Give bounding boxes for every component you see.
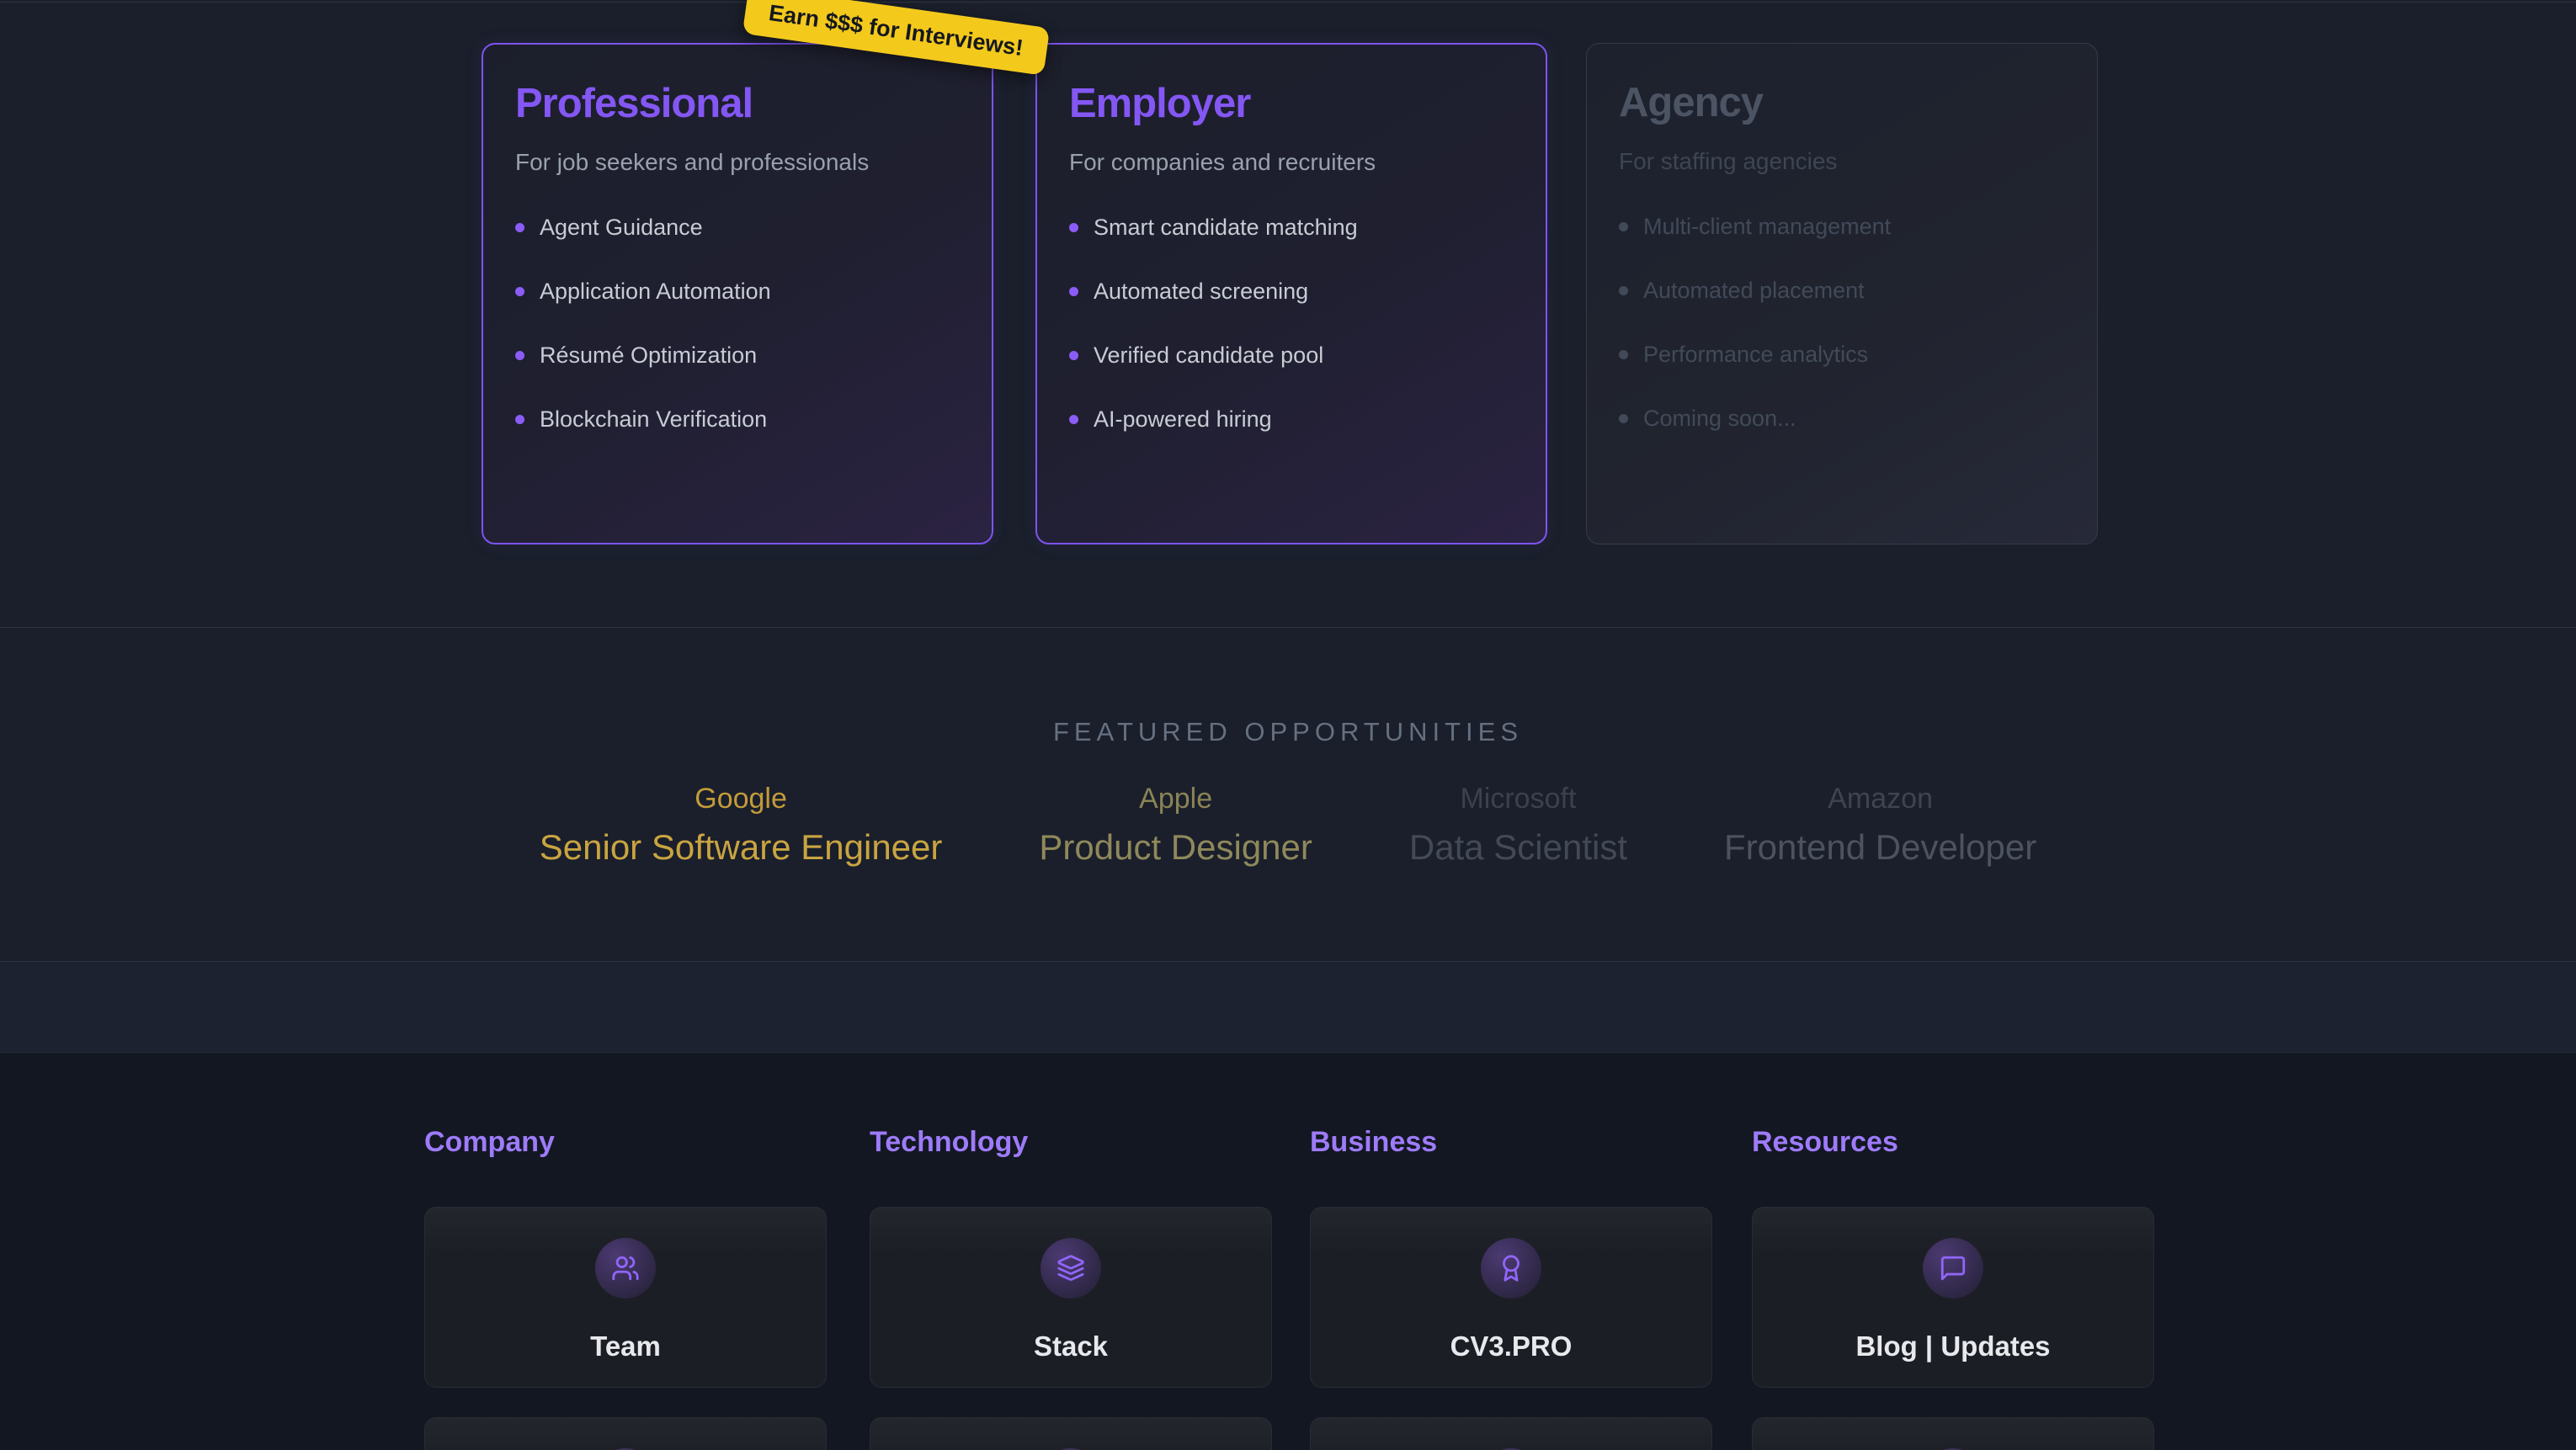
plan-feature: Multi-client management	[1619, 214, 2065, 240]
footer-link-card-partial[interactable]	[1310, 1417, 1712, 1450]
job-company: Microsoft	[1409, 783, 1627, 815]
plan-feature-label: Multi-client management	[1643, 214, 1891, 240]
plan-feature-label: Performance analytics	[1643, 342, 1868, 368]
bullet-dot-icon	[515, 287, 524, 296]
plan-feature-list: Smart candidate matching Automated scree…	[1069, 215, 1514, 433]
plans-section: Professional For job seekers and profess…	[0, 0, 2576, 627]
job-company: Google	[540, 783, 943, 815]
layers-icon	[1056, 1254, 1085, 1283]
bullet-dot-icon	[1619, 350, 1628, 359]
message-icon	[1939, 1254, 1967, 1283]
bullet-dot-icon	[1069, 351, 1078, 360]
plan-feature: Blockchain Verification	[515, 406, 960, 433]
plan-description: For companies and recruiters	[1069, 149, 1514, 176]
plan-feature-label: Coming soon...	[1643, 406, 1796, 432]
footer-link-card-blog-updates[interactable]: Blog | Updates	[1752, 1207, 2154, 1388]
plan-feature: Résumé Optimization	[515, 343, 960, 369]
featured-job-item[interactable]: Amazon Frontend Developer	[1724, 783, 2036, 868]
job-title: Senior Software Engineer	[540, 827, 943, 868]
plan-feature-label: Automated screening	[1094, 279, 1308, 305]
icon-badge	[595, 1238, 656, 1299]
job-title: Data Scientist	[1409, 827, 1627, 868]
job-title: Product Designer	[1039, 827, 1312, 868]
plan-feature: Agent Guidance	[515, 215, 960, 241]
featured-job-item[interactable]: Microsoft Data Scientist	[1409, 783, 1627, 868]
bullet-dot-icon	[1619, 286, 1628, 295]
plan-description: For job seekers and professionals	[515, 149, 960, 176]
bullet-dot-icon	[515, 223, 524, 232]
plan-feature: Coming soon...	[1619, 406, 2065, 432]
plan-card-professional[interactable]: Professional For job seekers and profess…	[482, 43, 993, 544]
footer-link-card-stack[interactable]: Stack	[870, 1207, 1272, 1388]
job-company: Amazon	[1724, 783, 2036, 815]
plan-title: Agency	[1619, 79, 2065, 126]
plan-title: Employer	[1069, 80, 1514, 127]
section-spacer-band	[0, 963, 2576, 1052]
footer-link-card-partial[interactable]	[424, 1417, 827, 1450]
featured-heading: FEATURED OPPORTUNITIES	[0, 717, 2576, 747]
footer-link-card-team[interactable]: Team	[424, 1207, 827, 1388]
job-title: Frontend Developer	[1724, 827, 2036, 868]
plan-card-employer[interactable]: Employer For companies and recruiters Sm…	[1035, 43, 1547, 544]
featured-jobs-ticker: Google Senior Software Engineer Apple Pr…	[0, 783, 2576, 868]
plan-feature: Automated placement	[1619, 278, 2065, 304]
plan-feature: Smart candidate matching	[1069, 215, 1514, 241]
landing-page: Professional For job seekers and profess…	[0, 0, 2576, 1450]
footer-column-heading: Resources	[1752, 1126, 1898, 1159]
footer-column-heading: Business	[1310, 1126, 1437, 1159]
bullet-dot-icon	[1069, 287, 1078, 296]
footer-card-label: Blog | Updates	[1753, 1330, 2153, 1362]
footer-link-card-partial[interactable]	[1752, 1417, 2154, 1450]
plan-feature: Performance analytics	[1619, 342, 2065, 368]
plan-feature-label: Application Automation	[540, 279, 771, 305]
footer-card-label: CV3.PRO	[1311, 1330, 1711, 1362]
bullet-dot-icon	[1619, 222, 1628, 231]
plan-feature: AI-powered hiring	[1069, 406, 1514, 433]
plan-feature: Verified candidate pool	[1069, 343, 1514, 369]
plan-feature: Automated screening	[1069, 279, 1514, 305]
bullet-dot-icon	[1619, 414, 1628, 423]
plan-feature: Application Automation	[515, 279, 960, 305]
footer-card-label: Stack	[870, 1330, 1271, 1362]
plan-feature-list: Agent Guidance Application Automation Ré…	[515, 215, 960, 433]
plan-feature-label: Blockchain Verification	[540, 406, 767, 433]
footer-link-card-partial[interactable]	[870, 1417, 1272, 1450]
bullet-dot-icon	[1069, 415, 1078, 424]
icon-badge	[1923, 1238, 1983, 1299]
featured-opportunities-section: FEATURED OPPORTUNITIES Google Senior Sof…	[0, 627, 2576, 962]
users-icon	[611, 1254, 640, 1283]
plan-feature-list: Multi-client management Automated placem…	[1619, 214, 2065, 432]
plan-feature-label: Verified candidate pool	[1094, 343, 1323, 369]
award-icon	[1497, 1254, 1525, 1283]
job-company: Apple	[1039, 783, 1312, 815]
site-footer: Company Team Technology Stack	[0, 1052, 2576, 1450]
featured-job-item[interactable]: Google Senior Software Engineer	[540, 783, 943, 868]
footer-column-heading: Technology	[870, 1126, 1028, 1159]
plan-feature-label: Automated placement	[1643, 278, 1865, 304]
bullet-dot-icon	[1069, 223, 1078, 232]
plan-feature-label: Smart candidate matching	[1094, 215, 1358, 241]
icon-badge	[1041, 1238, 1101, 1299]
plan-title: Professional	[515, 80, 960, 127]
plan-feature-label: Résumé Optimization	[540, 343, 757, 369]
bullet-dot-icon	[515, 415, 524, 424]
featured-job-item[interactable]: Apple Product Designer	[1039, 783, 1312, 868]
bullet-dot-icon	[515, 351, 524, 360]
plan-description: For staffing agencies	[1619, 148, 2065, 175]
footer-link-card-cv3pro[interactable]: CV3.PRO	[1310, 1207, 1712, 1388]
footer-card-label: Team	[425, 1330, 826, 1362]
plan-card-agency-disabled: Agency For staffing agencies Multi-clien…	[1586, 43, 2098, 544]
plan-feature-label: Agent Guidance	[540, 215, 703, 241]
footer-column-heading: Company	[424, 1126, 555, 1159]
plan-feature-label: AI-powered hiring	[1094, 406, 1272, 433]
icon-badge	[1481, 1238, 1541, 1299]
